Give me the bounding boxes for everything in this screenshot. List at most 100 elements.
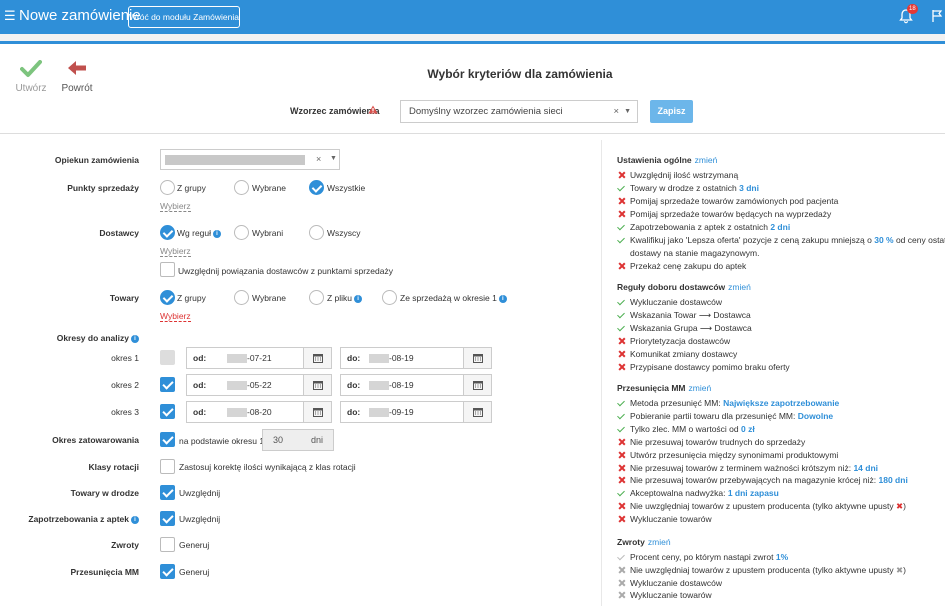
period-3-checkbox[interactable]: [160, 404, 175, 419]
goods-option-sales-period-label: Ze sprzedażą w okresie 1i: [400, 293, 507, 303]
goods-choose-link[interactable]: Wybierz: [160, 311, 191, 322]
calendar-icon[interactable]: [463, 402, 491, 422]
owner-value-redacted: [165, 155, 305, 165]
period-2-from-input[interactable]: od: -05-22: [186, 374, 332, 396]
owner-label: Opiekun zamówienia: [54, 155, 139, 165]
general-item: Uwzględnij ilość wstrzymaną: [630, 170, 739, 180]
pos-option-selected-label: Wybrane: [252, 183, 286, 193]
header-underline: [0, 34, 945, 44]
goods-transit-checkbox[interactable]: [160, 485, 175, 500]
returns-checkbox[interactable]: [160, 537, 175, 552]
returns-section-title: Zwroty zmień: [617, 537, 671, 547]
pos-radio-group[interactable]: [160, 180, 175, 195]
period-1-to-input[interactable]: do: -08-19: [340, 347, 492, 369]
check-icon: [617, 489, 626, 498]
cross-icon: [617, 591, 626, 600]
mm-item: Nie uwzględniaj towarów z upustem produc…: [630, 501, 906, 512]
mm-item: Nie przesuwaj towarów przebywających na …: [630, 475, 908, 486]
check-icon: [617, 223, 626, 232]
rotation-checkbox-label: Zastosuj korektę ilości wynikającą z kla…: [179, 462, 356, 472]
cross-icon: [617, 197, 626, 206]
period-3-to-input[interactable]: do: -09-19: [340, 401, 492, 423]
period-2-label: okres 2: [111, 380, 139, 390]
mm-item: Wykluczanie towarów: [630, 514, 712, 525]
mm-section-title: Przesunięcia MM zmień: [617, 383, 712, 393]
chevron-down-icon[interactable]: ▼: [624, 101, 631, 122]
pos-radio-all[interactable]: [309, 180, 324, 195]
suppliers-radio-all[interactable]: [309, 225, 324, 240]
mm-moves-checkbox[interactable]: [160, 564, 175, 579]
check-icon: [617, 553, 626, 562]
period-2-to-input[interactable]: do: -08-19: [340, 374, 492, 396]
mm-item: Metoda przesunięć MM: Największe zapotrz…: [630, 398, 840, 408]
template-select[interactable]: Domyślny wzorzec zamówienia sieci × ▼: [400, 100, 638, 123]
rules-item: Wskazania Grupa ⟶ Dostawca: [630, 323, 752, 333]
cross-icon: [617, 566, 626, 575]
stock-period-days-unit: dni: [311, 435, 324, 445]
calendar-icon[interactable]: [303, 402, 331, 422]
calendar-icon[interactable]: [463, 375, 491, 395]
clear-icon[interactable]: ×: [316, 154, 321, 164]
suppliers-option-chosen-label: Wybrani: [252, 228, 284, 238]
cross-icon: [617, 171, 626, 180]
back-label: Powrót: [61, 83, 93, 94]
template-label: Wzorzec zamówienia: [290, 106, 380, 116]
returns-item: Wykluczanie dostawców: [630, 577, 723, 588]
cross-icon: [617, 262, 626, 271]
goods-radio-group[interactable]: [160, 290, 175, 305]
stock-period-checkbox[interactable]: [160, 432, 175, 447]
rules-item: Wskazania Towar ⟶ Dostawca: [630, 310, 751, 320]
top-bar: ☰ Nowe zamówienie Wróć do modułu Zamówie…: [0, 0, 945, 34]
suppliers-links-label: Uwzględnij powiązania dostawców z punkta…: [178, 266, 393, 276]
goods-option-chosen-label: Wybrane: [252, 293, 286, 303]
chevron-down-icon[interactable]: ▼: [330, 155, 337, 162]
calendar-icon[interactable]: [303, 348, 331, 368]
goods-radio-sales-period[interactable]: [382, 290, 397, 305]
goods-option-file-label: Z pliku i: [327, 293, 363, 303]
pos-choose-link[interactable]: Wybierz: [160, 201, 191, 212]
pos-option-all-label: Wszystkie: [327, 183, 366, 193]
calendar-icon[interactable]: [463, 348, 491, 368]
info-icon: i: [213, 230, 222, 238]
rules-change-link[interactable]: zmień: [728, 282, 751, 292]
period-1-from-input[interactable]: od: -07-21: [186, 347, 332, 369]
period-2-checkbox[interactable]: [160, 377, 175, 392]
cross-icon: [617, 451, 626, 460]
mm-change-link[interactable]: zmień: [689, 383, 712, 393]
pos-label: Punkty sprzedaży: [67, 183, 139, 193]
cross-icon: [617, 464, 626, 473]
info-icon: i: [131, 335, 139, 343]
suppliers-label: Dostawcy: [99, 228, 139, 238]
suppliers-links-checkbox[interactable]: [160, 262, 175, 277]
page-header-title: Nowe zamówienie: [19, 7, 141, 24]
suppliers-choose-link[interactable]: Wybierz: [160, 246, 191, 257]
rotation-checkbox[interactable]: [160, 459, 175, 474]
save-template-button[interactable]: Zapisz: [650, 100, 693, 123]
suppliers-radio-chosen[interactable]: [234, 225, 249, 240]
hamburger-menu-icon[interactable]: ☰: [4, 9, 16, 23]
general-item: Pomijaj sprzedaże towarów zamówionych po…: [630, 196, 839, 206]
pharmacy-demand-checkbox[interactable]: [160, 511, 175, 526]
goods-option-group-label: Z grupy: [177, 293, 206, 303]
goods-radio-chosen[interactable]: [234, 290, 249, 305]
calendar-icon[interactable]: [303, 375, 331, 395]
stock-period-days-input[interactable]: 30 dni: [262, 429, 334, 451]
rules-item: Wykluczanie dostawców: [630, 297, 723, 307]
period-3-from-input[interactable]: od: -08-20: [186, 401, 332, 423]
owner-select[interactable]: × ▼: [160, 149, 340, 170]
cross-icon: [617, 337, 626, 346]
flag-icon[interactable]: [931, 9, 943, 23]
suppliers-option-rules-label: Wg reguł i: [177, 228, 222, 238]
general-item: Przekaż cenę zakupu do aptek: [630, 261, 747, 271]
goods-radio-file[interactable]: [309, 290, 324, 305]
goods-transit-checkbox-label: Uwzględnij: [179, 488, 221, 498]
suppliers-radio-rules[interactable]: [160, 225, 175, 240]
general-change-link[interactable]: zmień: [695, 155, 718, 165]
mm-moves-checkbox-label: Generuj: [179, 567, 210, 577]
rules-item: Priorytetyzacja dostawców: [630, 336, 731, 346]
period-1-checkbox[interactable]: [160, 350, 175, 365]
pos-radio-selected[interactable]: [234, 180, 249, 195]
clear-icon[interactable]: ×: [613, 101, 619, 122]
back-to-module-button[interactable]: Wróć do modułu Zamówienia: [128, 6, 240, 28]
returns-change-link[interactable]: zmień: [648, 537, 671, 547]
